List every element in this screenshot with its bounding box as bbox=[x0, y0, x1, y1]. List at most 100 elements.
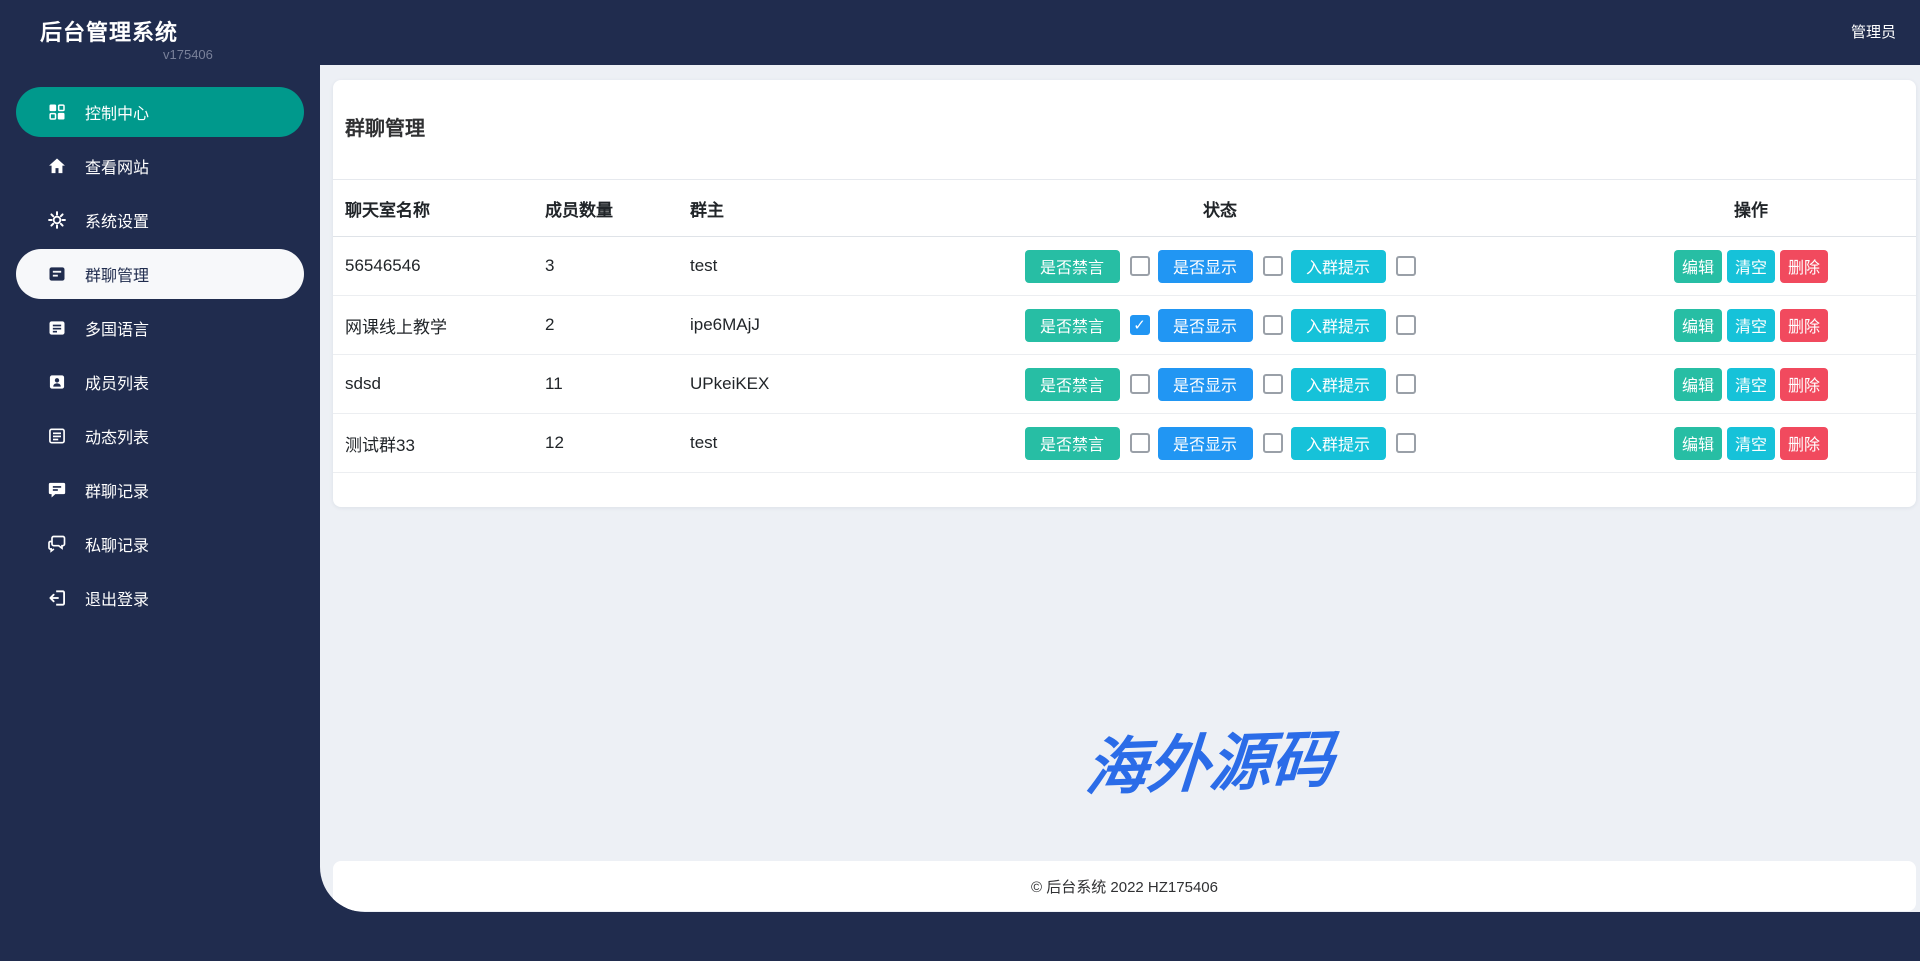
logout-icon bbox=[49, 590, 65, 606]
sidebar-item-logout[interactable]: 退出登录 bbox=[16, 573, 304, 623]
sidebar-item-group-chat-manage[interactable]: 群聊管理 bbox=[16, 249, 304, 299]
delete-button[interactable]: 删除 bbox=[1780, 249, 1828, 283]
footer-copyright: © 后台系统 2022 HZ175406 bbox=[1031, 878, 1218, 896]
mute-checkbox[interactable] bbox=[1129, 433, 1150, 453]
delete-button[interactable]: 删除 bbox=[1780, 367, 1828, 401]
visible-toggle-button[interactable]: 是否显示 bbox=[1157, 426, 1253, 460]
actions-cell: 编辑 清空 删除 bbox=[1430, 367, 1916, 401]
app-logo: 后台管理系统 v175406 bbox=[40, 15, 213, 62]
group-owner: ipe6MAjJ bbox=[690, 315, 760, 334]
dashboard-icon bbox=[49, 104, 65, 120]
join-tip-button[interactable]: 入群提示 bbox=[1290, 249, 1386, 283]
member-count: 12 bbox=[545, 433, 564, 452]
table-row: 56546546 3 test 是否禁言 是否显示 入群提示 编辑 清空 删除 bbox=[333, 237, 1916, 296]
footer: © 后台系统 2022 HZ175406 bbox=[333, 861, 1916, 911]
member-count: 11 bbox=[545, 374, 563, 393]
delete-button[interactable]: 删除 bbox=[1780, 426, 1828, 460]
topbar: 后台管理系统 v175406 管理员 bbox=[0, 0, 1920, 65]
admin-user-menu[interactable]: 管理员 bbox=[1851, 0, 1896, 65]
group-log-icon bbox=[48, 482, 66, 498]
language-icon bbox=[49, 321, 65, 335]
sidebar-item-label: 多国语言 bbox=[85, 322, 150, 339]
edit-button[interactable]: 编辑 bbox=[1674, 249, 1722, 283]
sidebar-item-label: 成员列表 bbox=[85, 376, 150, 393]
mute-toggle-button[interactable]: 是否禁言 bbox=[1024, 308, 1120, 342]
join-tip-button[interactable]: 入群提示 bbox=[1290, 308, 1386, 342]
actions-cell: 编辑 清空 删除 bbox=[1430, 308, 1916, 342]
sidebar-item-label: 群聊管理 bbox=[85, 268, 150, 285]
clear-button[interactable]: 清空 bbox=[1727, 426, 1775, 460]
column-header-status: 状态 bbox=[1203, 200, 1237, 220]
clear-button[interactable]: 清空 bbox=[1727, 308, 1775, 342]
sidebar-item-private-log[interactable]: 私聊记录 bbox=[16, 519, 304, 569]
group-chat-icon bbox=[49, 267, 65, 281]
actions-cell: 编辑 清空 删除 bbox=[1430, 249, 1916, 283]
app-version: v175406 bbox=[163, 47, 213, 62]
join-tip-checkbox[interactable] bbox=[1395, 256, 1416, 276]
sidebar-item-label: 退出登录 bbox=[85, 592, 150, 609]
group-owner: test bbox=[690, 433, 718, 452]
app-title: 后台管理系统 bbox=[40, 20, 179, 45]
join-tip-button[interactable]: 入群提示 bbox=[1290, 367, 1386, 401]
watermark: 海外源码 bbox=[1083, 725, 1336, 804]
sidebar-item-languages[interactable]: 多国语言 bbox=[16, 303, 304, 353]
sidebar-item-label: 私聊记录 bbox=[85, 538, 150, 555]
status-cell: 是否禁言 是否显示 入群提示 bbox=[1010, 426, 1430, 460]
status-cell: 是否禁言 是否显示 入群提示 bbox=[1010, 308, 1430, 342]
group-owner: UPkeiKEX bbox=[690, 374, 770, 393]
sidebar-item-system-settings[interactable]: 系统设置 bbox=[16, 195, 304, 245]
sidebar-item-control-center[interactable]: 控制中心 bbox=[16, 87, 304, 137]
sidebar-item-label: 查看网站 bbox=[85, 160, 150, 177]
sidebar-item-label: 动态列表 bbox=[85, 430, 150, 447]
visible-checkbox[interactable] bbox=[1262, 315, 1283, 335]
column-header-actions: 操作 bbox=[1430, 196, 1916, 221]
page-title: 群聊管理 bbox=[345, 118, 425, 140]
chatroom-name: 网课线上教学 bbox=[345, 317, 447, 337]
actions-cell: 编辑 清空 删除 bbox=[1430, 426, 1916, 460]
visible-toggle-button[interactable]: 是否显示 bbox=[1157, 249, 1253, 283]
chatroom-name: 56546546 bbox=[345, 256, 421, 275]
clear-button[interactable]: 清空 bbox=[1727, 367, 1775, 401]
clear-button[interactable]: 清空 bbox=[1727, 249, 1775, 283]
sidebar-item-label: 系统设置 bbox=[85, 214, 150, 231]
mute-toggle-button[interactable]: 是否禁言 bbox=[1024, 249, 1120, 283]
visible-toggle-button[interactable]: 是否显示 bbox=[1157, 367, 1253, 401]
edit-button[interactable]: 编辑 bbox=[1674, 426, 1722, 460]
edit-button[interactable]: 编辑 bbox=[1674, 367, 1722, 401]
mute-toggle-button[interactable]: 是否禁言 bbox=[1024, 367, 1120, 401]
join-tip-checkbox[interactable] bbox=[1395, 374, 1416, 394]
chatroom-name: 测试群33 bbox=[345, 435, 415, 455]
sidebar-item-label: 控制中心 bbox=[85, 106, 150, 123]
mute-checkbox[interactable] bbox=[1129, 374, 1150, 394]
chatroom-name: sdsd bbox=[345, 374, 381, 393]
column-header-name: 聊天室名称 bbox=[345, 200, 430, 220]
member-count: 2 bbox=[545, 315, 555, 334]
card-header: 群聊管理 bbox=[333, 80, 1916, 180]
sidebar-item-view-site[interactable]: 查看网站 bbox=[16, 141, 304, 191]
column-header-members: 成员数量 bbox=[545, 200, 613, 220]
visible-toggle-button[interactable]: 是否显示 bbox=[1157, 308, 1253, 342]
status-cell: 是否禁言 是否显示 入群提示 bbox=[1010, 249, 1430, 283]
mute-checkbox[interactable] bbox=[1129, 256, 1150, 276]
join-tip-checkbox[interactable] bbox=[1395, 315, 1416, 335]
member-count: 3 bbox=[545, 256, 555, 275]
table-row: 网课线上教学 2 ipe6MAjJ 是否禁言 是否显示 入群提示 编辑 清空 删… bbox=[333, 296, 1916, 355]
visible-checkbox[interactable] bbox=[1262, 256, 1283, 276]
sidebar-item-group-log[interactable]: 群聊记录 bbox=[16, 465, 304, 515]
join-tip-button[interactable]: 入群提示 bbox=[1290, 426, 1386, 460]
edit-button[interactable]: 编辑 bbox=[1674, 308, 1722, 342]
members-icon bbox=[49, 375, 65, 389]
sidebar-item-members[interactable]: 成员列表 bbox=[16, 357, 304, 407]
sidebar-item-feed-list[interactable]: 动态列表 bbox=[16, 411, 304, 461]
visible-checkbox[interactable] bbox=[1262, 433, 1283, 453]
mute-toggle-button[interactable]: 是否禁言 bbox=[1024, 426, 1120, 460]
delete-button[interactable]: 删除 bbox=[1780, 308, 1828, 342]
mute-checkbox[interactable] bbox=[1129, 315, 1150, 335]
content-area: 群聊管理 聊天室名称 成员数量 群主 状态 操作 56546546 3 test… bbox=[320, 65, 1920, 912]
visible-checkbox[interactable] bbox=[1262, 374, 1283, 394]
table-row: 测试群33 12 test 是否禁言 是否显示 入群提示 编辑 清空 删除 bbox=[333, 414, 1916, 473]
join-tip-checkbox[interactable] bbox=[1395, 433, 1416, 453]
feed-list-icon bbox=[49, 428, 65, 444]
group-chat-card: 群聊管理 聊天室名称 成员数量 群主 状态 操作 56546546 3 test… bbox=[333, 80, 1916, 507]
column-header-actions-label: 操作 bbox=[1734, 200, 1768, 220]
